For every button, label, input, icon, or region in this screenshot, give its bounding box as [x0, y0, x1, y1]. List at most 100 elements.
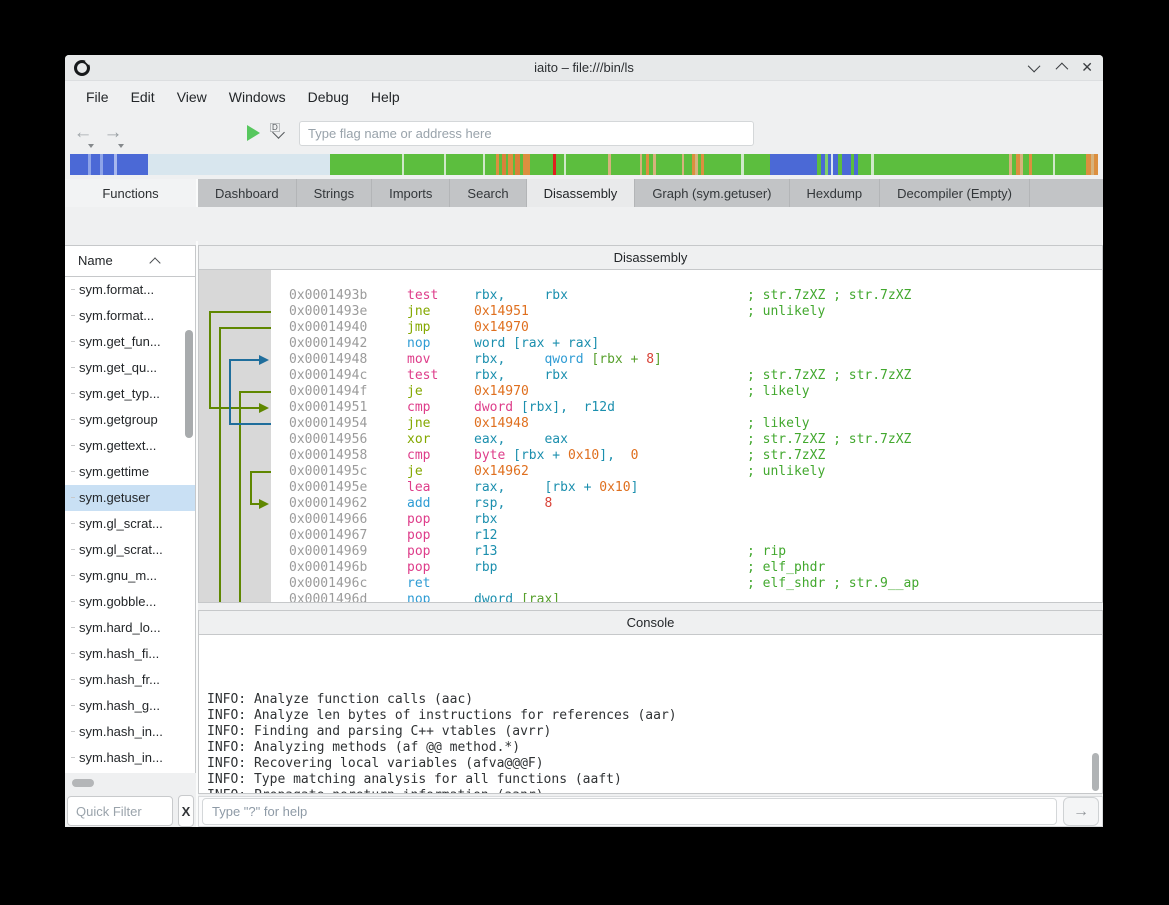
function-list-item[interactable]: sym.getuser	[65, 485, 195, 511]
instruction-address[interactable]: 0x00014962	[289, 496, 407, 512]
disassembly-line[interactable]: 0x00014956xoreax, eax; str.7zXZ ; str.7z…	[199, 432, 1102, 448]
function-list-item[interactable]: sym.get_typ...	[65, 381, 195, 407]
instruction-address[interactable]: 0x00014969	[289, 544, 407, 560]
menu-view[interactable]: View	[166, 85, 218, 109]
disassembly-line[interactable]: 0x0001496dnopdword [rax]	[199, 592, 1102, 603]
menu-debug[interactable]: Debug	[297, 85, 360, 109]
functions-scrollbar[interactable]	[185, 330, 193, 438]
function-list-item[interactable]: sym.gnu_m...	[65, 563, 195, 589]
instruction-operands: dword [rax]	[474, 592, 747, 603]
instruction-address[interactable]: 0x0001493e	[289, 304, 407, 320]
forward-button[interactable]: →	[101, 122, 125, 144]
maximize-button[interactable]	[1056, 59, 1065, 77]
instruction-address[interactable]: 0x00014942	[289, 336, 407, 352]
tab-search[interactable]: Search	[450, 179, 526, 207]
tab-hexdump[interactable]: Hexdump	[790, 179, 881, 207]
disassembly-line[interactable]: 0x00014958cmpbyte [rbx + 0x10], 0; str.7…	[199, 448, 1102, 464]
instruction-operands: 0x14951	[474, 304, 747, 320]
disassembly-line[interactable]: 0x0001494ctestrbx, rbx; str.7zXZ ; str.7…	[199, 368, 1102, 384]
console-line: INFO: Analyze len bytes of instructions …	[207, 708, 1102, 724]
disassembly-line[interactable]: 0x00014967popr12	[199, 528, 1102, 544]
function-list-item[interactable]: sym.gettime	[65, 459, 195, 485]
disassembly-line[interactable]: 0x00014962addrsp, 8	[199, 496, 1102, 512]
console-scrollbar[interactable]	[1092, 753, 1099, 791]
instruction-address[interactable]: 0x0001493b	[289, 288, 407, 304]
disassembly-line[interactable]: 0x0001493btestrbx, rbx; str.7zXZ ; str.7…	[199, 288, 1102, 304]
instruction-comment: ; str.7zXZ ; str.7zXZ	[747, 288, 911, 303]
instruction-address[interactable]: 0x00014958	[289, 448, 407, 464]
menu-edit[interactable]: Edit	[120, 85, 166, 109]
disassembly-line[interactable]: 0x00014940jmp0x14970	[199, 320, 1102, 336]
instruction-address[interactable]: 0x00014951	[289, 400, 407, 416]
tab-imports[interactable]: Imports	[372, 179, 450, 207]
back-button[interactable]: ←	[71, 122, 95, 144]
disassembly-line[interactable]: 0x0001496bpoprbp; elf_phdr	[199, 560, 1102, 576]
instruction-address[interactable]: 0x0001494f	[289, 384, 407, 400]
instruction-address[interactable]: 0x0001495c	[289, 464, 407, 480]
tab-disassembly[interactable]: Disassembly	[527, 179, 636, 207]
instruction-address[interactable]: 0x00014967	[289, 528, 407, 544]
instruction-address[interactable]: 0x0001495e	[289, 480, 407, 496]
disassembly-line[interactable]: 0x0001494fje0x14970; likely	[199, 384, 1102, 400]
tab-strings[interactable]: Strings	[297, 179, 372, 207]
menu-windows[interactable]: Windows	[218, 85, 297, 109]
functions-hscrollbar[interactable]	[72, 779, 94, 787]
disassembly-line[interactable]: 0x0001495elearax, [rbx + 0x10]	[199, 480, 1102, 496]
tab-decompiler-empty-[interactable]: Decompiler (Empty)	[880, 179, 1030, 207]
function-list-item[interactable]: sym.hard_lo...	[65, 615, 195, 641]
instruction-operands: 0x14962	[474, 464, 747, 480]
function-list-item[interactable]: sym.hash_g...	[65, 693, 195, 719]
console-send-button[interactable]: →	[1063, 797, 1099, 826]
instruction-address[interactable]: 0x0001494c	[289, 368, 407, 384]
function-list-item[interactable]: sym.format...	[65, 303, 195, 329]
function-list-item[interactable]: sym.gl_scrat...	[65, 511, 195, 537]
tab-dashboard[interactable]: Dashboard	[198, 179, 297, 207]
function-list-item[interactable]: sym.format...	[65, 277, 195, 303]
function-list-item[interactable]: sym.hash_in...	[65, 719, 195, 745]
disassembly-line[interactable]: 0x00014954jne0x14948; likely	[199, 416, 1102, 432]
functions-column-header[interactable]: Name	[65, 245, 196, 277]
function-list-item[interactable]: sym.get_fun...	[65, 329, 195, 355]
disassembly-line[interactable]: 0x00014966poprbx	[199, 512, 1102, 528]
tab-graph-sym-getuser-[interactable]: Graph (sym.getuser)	[635, 179, 789, 207]
console-command-input[interactable]	[202, 798, 1057, 825]
disassembly-line[interactable]: 0x0001496cret; elf_shdr ; str.9__ap	[199, 576, 1102, 592]
function-list-item[interactable]: sym.hash_fi...	[65, 641, 195, 667]
disassembly-line[interactable]: 0x00014969popr13; rip	[199, 544, 1102, 560]
memory-map-segment	[1032, 154, 1053, 175]
function-list-item[interactable]: sym.gobble...	[65, 589, 195, 615]
function-list-item[interactable]: sym.gettext...	[65, 433, 195, 459]
instruction-address[interactable]: 0x0001496c	[289, 576, 407, 592]
instruction-address[interactable]: 0x00014966	[289, 512, 407, 528]
menu-file[interactable]: File	[75, 85, 120, 109]
memory-map-segment	[103, 154, 113, 175]
instruction-address[interactable]: 0x00014948	[289, 352, 407, 368]
instruction-mnemonic: nop	[407, 592, 474, 603]
disassembly-line[interactable]: 0x00014951cmpdword [rbx], r12d	[199, 400, 1102, 416]
memory-map[interactable]	[70, 154, 1098, 175]
debug-start-button[interactable]: D	[247, 125, 260, 141]
instruction-address[interactable]: 0x00014956	[289, 432, 407, 448]
disassembly-view[interactable]: 0x0001493btestrbx, rbx; str.7zXZ ; str.7…	[198, 270, 1103, 603]
minimize-button[interactable]	[1031, 59, 1040, 77]
flag-search-input[interactable]	[299, 121, 754, 146]
instruction-address[interactable]: 0x00014954	[289, 416, 407, 432]
menu-help[interactable]: Help	[360, 85, 411, 109]
disassembly-line[interactable]: 0x00014948movrbx, qword [rbx + 8]	[199, 352, 1102, 368]
instruction-address[interactable]: 0x0001496b	[289, 560, 407, 576]
quick-filter-input[interactable]	[67, 796, 173, 826]
disassembly-line[interactable]: 0x0001493ejne0x14951; unlikely	[199, 304, 1102, 320]
instruction-operands: rbx, rbx	[474, 288, 747, 304]
tab-functions[interactable]: Functions	[65, 179, 198, 207]
clear-filter-button[interactable]: X	[178, 795, 194, 827]
disassembly-line[interactable]: 0x00014942nopword [rax + rax]	[199, 336, 1102, 352]
function-list-item[interactable]: sym.hash_in...	[65, 745, 195, 771]
instruction-address[interactable]: 0x0001496d	[289, 592, 407, 603]
function-list-item[interactable]: sym.gl_scrat...	[65, 537, 195, 563]
instruction-address[interactable]: 0x00014940	[289, 320, 407, 336]
function-list-item[interactable]: sym.hash_fr...	[65, 667, 195, 693]
function-list-item[interactable]: sym.get_qu...	[65, 355, 195, 381]
disassembly-line[interactable]: 0x0001495cje0x14962; unlikely	[199, 464, 1102, 480]
close-button[interactable]: ✕	[1081, 55, 1093, 80]
function-list-item[interactable]: sym.getgroup	[65, 407, 195, 433]
